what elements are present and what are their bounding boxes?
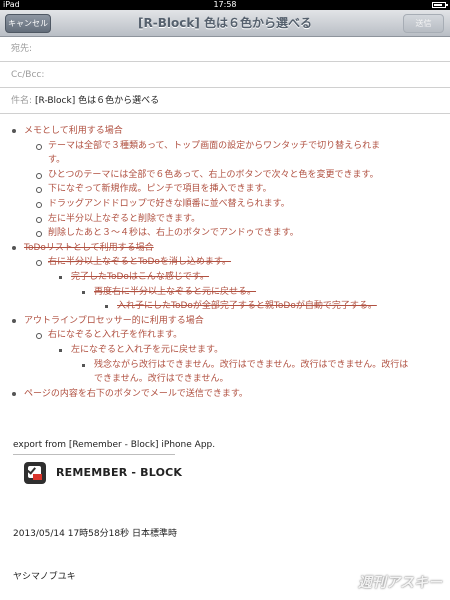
outline-item-text: 下になぞって新規作成。ピンチで項目を挿入できます。 bbox=[48, 184, 272, 195]
outline-item[interactable]: 入れ子にしたToDoが全部完了すると親ToDoが自動で完了する。 bbox=[105, 299, 444, 314]
outline-item-text: メモとして利用する場合 bbox=[24, 126, 123, 136]
outline-item[interactable]: できません。改行はできません。 bbox=[94, 372, 444, 387]
outline-item[interactable]: ひとつのテーマには全部で６色あって、右上のボタンで次々と色を変更できます。 bbox=[36, 168, 444, 183]
cc-bcc-label: Cc/Bcc: bbox=[11, 70, 45, 80]
compose-title: [R-Block] 色は６色から選べる bbox=[138, 16, 312, 30]
status-time: 17:58 bbox=[213, 0, 237, 9]
outline-item[interactable]: アウトラインプロセッサー的に利用する場合 bbox=[12, 314, 444, 329]
datetime-stamp: 2013/05/14 17時58分18秒 日本標準時 bbox=[13, 529, 177, 539]
outline-item[interactable]: ページの内容を右下のボタンでメールで送信できます。 bbox=[12, 387, 444, 402]
signature: ヤシマノブユキ bbox=[13, 572, 76, 582]
outline-item[interactable]: 右になぞると入れ子を作れます。 bbox=[36, 328, 444, 343]
outline-item[interactable]: ドラッグアンドドロップで好きな順番に並べ替えられます。 bbox=[36, 197, 444, 212]
cc-bcc-field[interactable]: Cc/Bcc: bbox=[0, 63, 450, 88]
outline-item[interactable]: 下になぞって新規作成。ピンチで項目を挿入できます。 bbox=[36, 182, 444, 197]
outline-item-text: ドラッグアンドドロップで好きな順番に並べ替えられます。 bbox=[48, 198, 290, 209]
outline-item[interactable]: 残念ながら改行はできません。改行はできません。改行はできません。改行は bbox=[82, 358, 444, 373]
outline-item-text: 削除したあと３〜４秒は、右上のボタンでアンドゥできます。 bbox=[48, 228, 299, 239]
outline-item[interactable]: メモとして利用する場合 bbox=[12, 124, 444, 139]
export-note: export from [Remember - Block] iPhone Ap… bbox=[13, 440, 216, 450]
outline-item-text: す。 bbox=[48, 155, 66, 166]
outline-item-text: 入れ子にしたToDoが全部完了すると親ToDoが自動で完了する。 bbox=[117, 301, 377, 312]
subject-label: 件名: bbox=[11, 96, 33, 106]
outline-item[interactable]: 削除したあと３〜４秒は、右上のボタンでアンドゥできます。 bbox=[36, 226, 444, 241]
outline-item-text: 右に半分以上なぞるとToDoを消し込めます。 bbox=[48, 257, 232, 268]
send-button[interactable]: 送信 bbox=[403, 14, 444, 33]
subject-value: [R-Block] 色は６色から選べる bbox=[35, 96, 160, 106]
outline-list: メモとして利用する場合テーマは全部で３種類あって、トップ画面の設定からワンタッチ… bbox=[12, 124, 444, 402]
outline-item[interactable]: テーマは全部で３種類あって、トップ画面の設定からワンタッチで切り替えられま bbox=[36, 139, 444, 154]
outline-item[interactable]: 左に半分以上なぞると削除できます。 bbox=[36, 212, 444, 227]
outline-item-text: ページの内容を右下のボタンでメールで送信できます。 bbox=[24, 388, 248, 399]
remember-block-logo-icon bbox=[24, 462, 46, 484]
outline-item-text: 左に半分以上なぞると削除できます。 bbox=[48, 213, 201, 224]
battery-icon bbox=[432, 2, 448, 8]
divider bbox=[13, 454, 175, 455]
outline-item-text: 再度右に半分以上なぞると元に戻せる。 bbox=[94, 286, 257, 297]
outline-item-text: ひとつのテーマには全部で６色あって、右上のボタンで次々と色を変更できます。 bbox=[48, 169, 379, 180]
status-bar: iPad 17:58 bbox=[0, 0, 450, 10]
to-field[interactable]: 宛先: bbox=[0, 37, 450, 62]
watermark: 週刊アスキー bbox=[358, 575, 442, 591]
cancel-button[interactable]: キャンセル bbox=[5, 14, 51, 33]
to-label: 宛先: bbox=[11, 44, 33, 54]
subject-field[interactable]: 件名: [R-Block] 色は６色から選べる bbox=[0, 89, 450, 114]
brand-name: REMEMBER - BLOCK bbox=[56, 466, 183, 479]
outline-item[interactable]: す。 bbox=[48, 153, 444, 168]
outline-item-text: 完了したToDoはこんな感じです。 bbox=[71, 271, 210, 282]
outline-item-text: アウトラインプロセッサー的に利用する場合 bbox=[24, 315, 204, 326]
outline-item[interactable]: ToDoリストとして利用する場合 bbox=[12, 241, 444, 256]
outline-item[interactable]: 左になぞると入れ子を元に戻せます。 bbox=[59, 343, 444, 358]
outline-item-text: 左になぞると入れ子を元に戻せます。 bbox=[71, 344, 224, 355]
outline-item-text: テーマは全部で３種類あって、トップ画面の設定からワンタッチで切り替えられま bbox=[48, 140, 381, 151]
compose-nav-bar: キャンセル [R-Block] 色は６色から選べる 送信 bbox=[0, 10, 450, 37]
outline-item[interactable]: 再度右に半分以上なぞると元に戻せる。 bbox=[82, 285, 444, 300]
outline-item-text: ToDoリストとして利用する場合 bbox=[24, 242, 154, 253]
battery-fill bbox=[434, 4, 442, 6]
outline-item-text: 残念ながら改行はできません。改行はできません。改行はできません。改行は bbox=[94, 359, 409, 370]
outline-item-text: できません。改行はできません。 bbox=[94, 374, 229, 385]
outline-item[interactable]: 完了したToDoはこんな感じです。 bbox=[59, 270, 444, 285]
outline-item-text: 右になぞると入れ子を作れます。 bbox=[48, 330, 183, 341]
outline-item[interactable]: 右に半分以上なぞるとToDoを消し込めます。 bbox=[36, 255, 444, 270]
